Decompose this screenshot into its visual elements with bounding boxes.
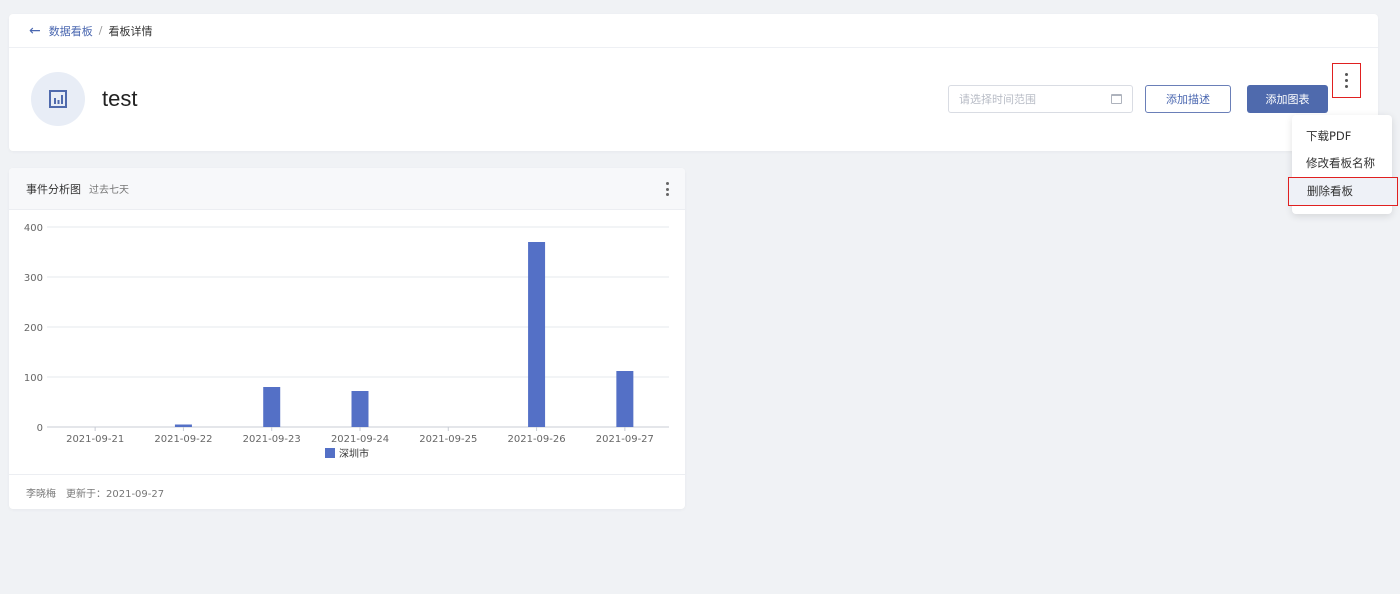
- more-dot: [1345, 73, 1348, 76]
- breadcrumb-separator: /: [98, 24, 103, 37]
- menu-item-download-pdf[interactable]: 下载PDF: [1292, 123, 1392, 150]
- legend-swatch: [325, 448, 335, 458]
- chart-owner: 李晓梅: [26, 488, 56, 500]
- y-tick-label: 0: [37, 423, 43, 434]
- menu-item-rename-dashboard[interactable]: 修改看板名称: [1292, 150, 1392, 177]
- y-tick-label: 300: [24, 273, 43, 284]
- back-arrow-icon[interactable]: ←: [29, 24, 41, 38]
- date-range-placeholder: 请选择时间范围: [959, 93, 1036, 106]
- chart-updated-at: 更新于：2021-09-27: [66, 488, 165, 500]
- x-tick-label: 2021-09-25: [419, 434, 477, 445]
- bar: [263, 387, 281, 427]
- bar-chart-icon: [49, 90, 67, 108]
- bar: [616, 371, 634, 427]
- add-chart-button[interactable]: 添加图表: [1247, 85, 1328, 113]
- breadcrumb: ← 数据看板 / 看板详情: [9, 14, 1378, 48]
- y-tick-label: 400: [24, 223, 43, 234]
- y-tick-label: 200: [24, 323, 43, 334]
- more-dot: [1345, 85, 1348, 88]
- breadcrumb-link-dashboards[interactable]: 数据看板: [49, 23, 93, 39]
- chart-card-header: 事件分析图 过去七天: [9, 168, 685, 210]
- more-dot: [666, 193, 669, 196]
- date-range-picker[interactable]: 请选择时间范围: [948, 85, 1133, 113]
- more-options-menu: 下载PDF 修改看板名称 删除看板: [1288, 115, 1398, 214]
- y-tick-label: 100: [24, 373, 43, 384]
- more-options-button[interactable]: [1332, 63, 1361, 98]
- legend-label: 深圳市: [339, 447, 369, 460]
- dashboard-header-card: ← 数据看板 / 看板详情 test 请选择时间范围 添加描述 添加图表: [9, 14, 1378, 151]
- more-dot: [666, 187, 669, 191]
- menu-item-delete-dashboard[interactable]: 删除看板: [1288, 177, 1398, 206]
- x-tick-label: 2021-09-22: [154, 434, 212, 445]
- dashboard-avatar: [31, 72, 85, 126]
- chart-card: 事件分析图 过去七天 0 100 200 300 400 2021-09-21 2021-0…: [9, 168, 685, 509]
- bar: [528, 242, 546, 427]
- x-tick-label: 2021-09-24: [331, 434, 389, 445]
- x-tick-label: 2021-09-21: [66, 434, 124, 445]
- x-tick-label: 2021-09-23: [243, 434, 301, 445]
- x-tick-label: 2021-09-27: [596, 434, 654, 445]
- bar-chart: 0 100 200 300 400 2021-09-21 2021-09-22 2021-09…: [24, 223, 669, 460]
- page-title: test: [102, 86, 138, 111]
- chart-card-footer: 李晓梅 更新于：2021-09-27: [9, 474, 685, 509]
- bar: [351, 391, 369, 427]
- bar: [174, 424, 192, 427]
- chart-more-icon[interactable]: [666, 182, 669, 196]
- title-row: test 请选择时间范围 添加描述 添加图表: [9, 48, 1378, 151]
- x-tick-label: 2021-09-26: [508, 434, 566, 445]
- more-dot: [666, 182, 669, 185]
- chart-card-subtitle: 过去七天: [89, 185, 129, 196]
- more-dot: [1345, 79, 1348, 82]
- add-description-button[interactable]: 添加描述: [1145, 85, 1231, 113]
- calendar-icon: [1111, 94, 1122, 104]
- breadcrumb-current: 看板详情: [108, 24, 153, 38]
- chart-card-title: 事件分析图: [26, 182, 81, 196]
